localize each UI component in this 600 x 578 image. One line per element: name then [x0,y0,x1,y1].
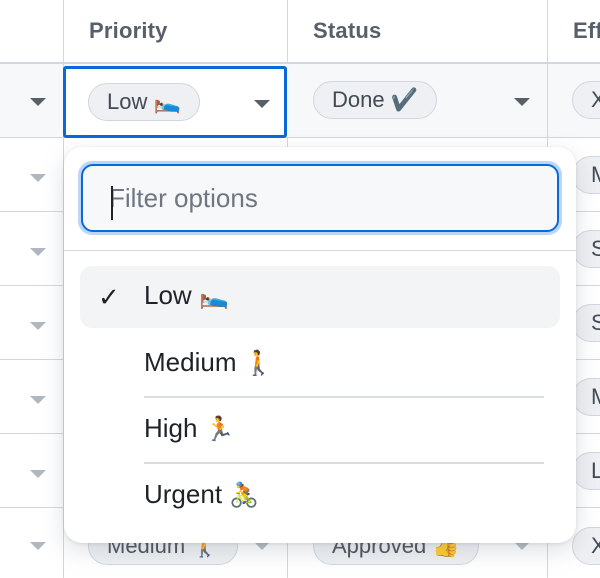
cell-first[interactable] [0,508,64,578]
option-label: High [144,413,198,443]
header-cell-effort[interactable]: Eff [548,0,600,62]
status-pill: Done ✔️ [313,81,438,119]
chevron-down-icon[interactable] [30,542,46,550]
header-cell-first[interactable] [0,0,64,62]
filter-field[interactable] [78,161,562,235]
cell-first[interactable] [0,286,64,359]
cell-first[interactable] [0,212,64,285]
cell-effort[interactable]: X [548,64,600,137]
chevron-down-icon[interactable] [30,98,46,106]
effort-pill: S [572,304,600,342]
chevron-down-icon[interactable] [30,396,46,404]
header-cell-priority[interactable]: Priority [64,0,288,62]
chevron-down-icon[interactable] [30,248,46,256]
cell-first[interactable] [0,138,64,211]
cyclist-icon: 🚴 [229,481,260,509]
cell-status[interactable]: Done ✔️ [288,64,548,137]
option-medium[interactable]: Medium 🚶 [80,333,560,395]
walking-person-icon: 🚶 [243,349,274,377]
option-label: Medium [144,347,237,377]
effort-pill: X [572,527,600,565]
effort-pill: S [572,230,600,268]
effort-pill: M [572,156,600,194]
priority-dropdown: ✓ Low 🛌 Medium 🚶 High 🏃 Urgent 🚴 [64,147,576,543]
chevron-down-icon[interactable] [254,542,270,550]
header-cell-status[interactable]: Status [288,0,548,62]
chevron-down-icon[interactable] [514,542,530,550]
header-label-status: Status [313,18,382,43]
priority-pill: Low 🛌 [88,83,200,121]
cell-first[interactable] [0,64,64,137]
chevron-down-icon[interactable] [30,470,46,478]
divider [64,250,576,251]
chevron-down-icon[interactable] [514,98,530,106]
header-label-priority: Priority [89,18,168,43]
effort-pill: L [572,452,600,490]
table-header: Priority Status Eff [0,0,600,64]
effort-pill: X [572,81,600,119]
chevron-down-icon[interactable] [254,100,270,108]
chevron-down-icon[interactable] [30,322,46,330]
divider [144,396,544,398]
cell-first[interactable] [0,434,64,507]
divider [144,462,544,464]
option-label: Low [144,280,192,310]
option-urgent[interactable]: Urgent 🚴 [80,465,560,527]
running-person-icon: 🏃 [204,415,235,443]
cell-first[interactable] [0,360,64,433]
filter-input[interactable] [109,166,529,230]
effort-pill: M [572,378,600,416]
active-priority-cell[interactable]: Low 🛌 [63,66,287,138]
check-icon: ✓ [98,282,120,312]
chevron-down-icon[interactable] [30,174,46,182]
header-label-effort: Eff [573,18,600,43]
option-high[interactable]: High 🏃 [80,399,560,461]
option-label: Urgent [144,479,223,509]
text-cursor [111,186,113,220]
option-low[interactable]: ✓ Low 🛌 [80,266,560,328]
bed-icon: 🛌 [198,282,229,310]
